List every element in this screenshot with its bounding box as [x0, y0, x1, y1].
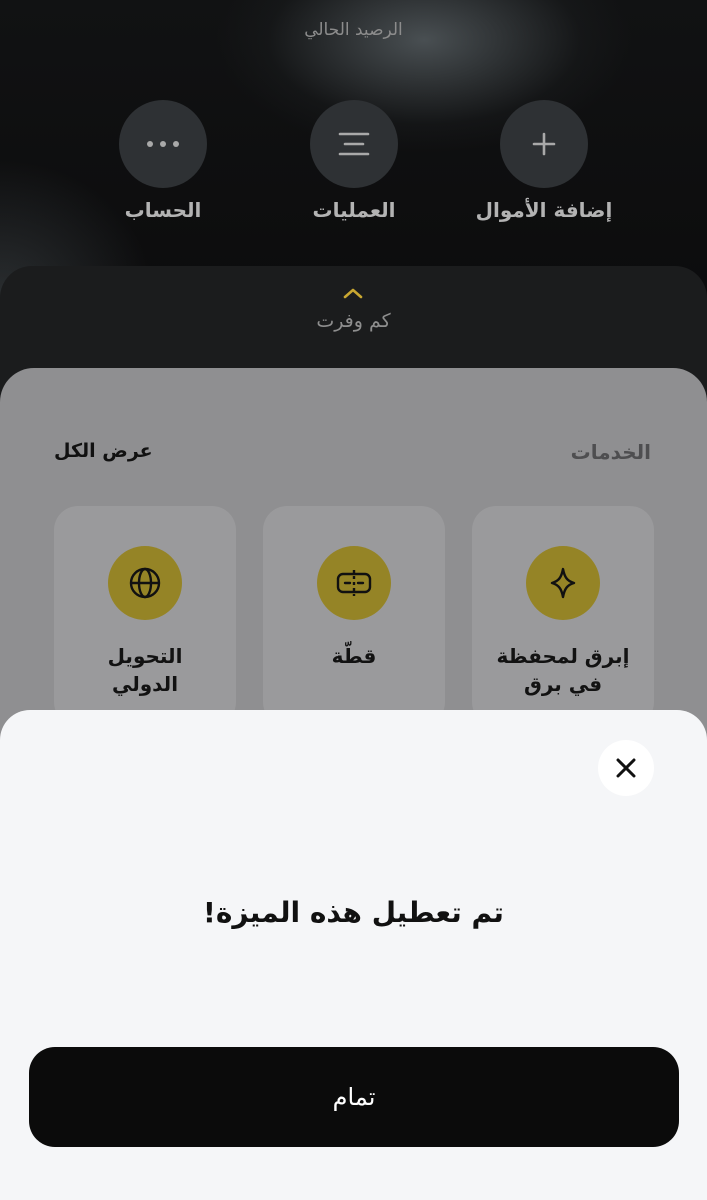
transactions-label: العمليات	[312, 198, 396, 222]
ok-button[interactable]: تمام	[29, 1047, 679, 1147]
globe-icon	[108, 546, 182, 620]
account-label: الحساب	[124, 198, 202, 222]
menu-lines-icon	[310, 100, 398, 188]
transactions-button[interactable]: العمليات	[264, 100, 444, 222]
close-icon	[616, 758, 636, 778]
service-card-barq-wallet[interactable]: إبرق لمحفظة في برق	[472, 506, 654, 726]
more-dots-icon	[119, 100, 207, 188]
split-icon	[317, 546, 391, 620]
balance-label: الرصيد الحالي	[304, 20, 403, 40]
add-funds-button[interactable]: إضافة الأموال	[454, 100, 634, 222]
service-label: التحويل الدولي	[107, 644, 183, 696]
feature-disabled-sheet: تم تعطيل هذه الميزة! تمام	[0, 710, 707, 1200]
close-button[interactable]	[598, 740, 654, 796]
service-label: قطّة	[331, 644, 377, 668]
view-all-link[interactable]: عرض الكل	[54, 440, 153, 462]
service-label: إبرق لمحفظة في برق	[496, 644, 630, 696]
services-title: الخدمات	[570, 440, 651, 464]
service-card-split[interactable]: قطّة	[263, 506, 445, 726]
savings-label: كم وفرت	[316, 310, 391, 332]
plus-icon	[500, 100, 588, 188]
chevron-up-icon	[343, 288, 363, 299]
balance-header: الرصيد الحالي إضافة الأموال العمليات الح…	[0, 0, 707, 300]
sparkle-icon	[526, 546, 600, 620]
add-funds-label: إضافة الأموال	[475, 198, 613, 222]
dialog-message: تم تعطيل هذه الميزة!	[203, 896, 504, 929]
service-card-international-transfer[interactable]: التحويل الدولي	[54, 506, 236, 726]
account-button[interactable]: الحساب	[73, 100, 253, 222]
